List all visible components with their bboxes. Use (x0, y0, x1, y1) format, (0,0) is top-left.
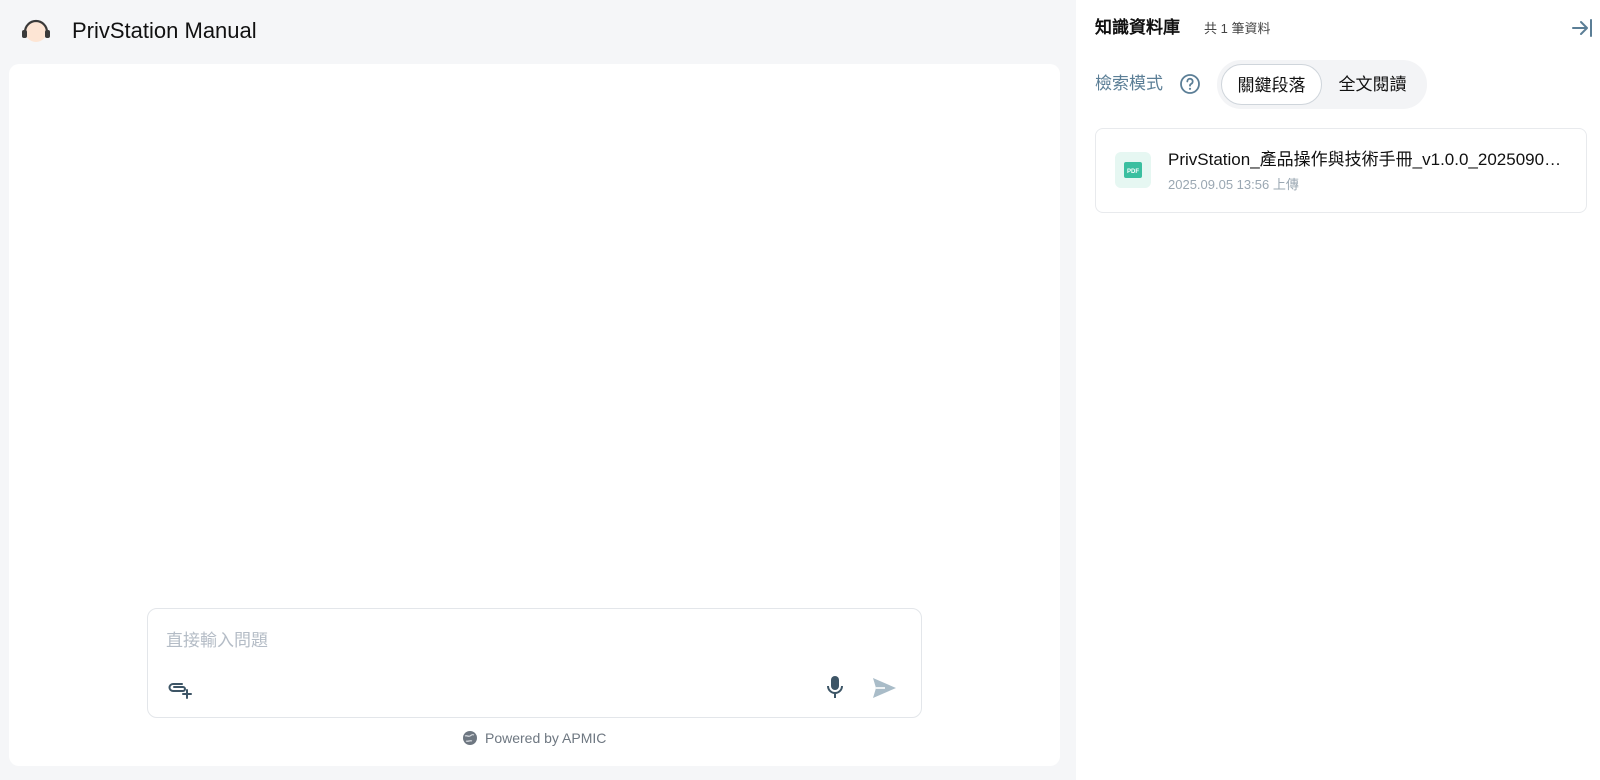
file-item[interactable]: PDF PrivStation_產品操作與技術手冊_v1.0.0_2025090… (1095, 128, 1587, 213)
app-title: PrivStation Manual (72, 18, 257, 43)
microphone-icon[interactable] (822, 673, 848, 701)
mode-key-passages-button[interactable]: 關鍵段落 (1221, 64, 1322, 105)
svg-text:PDF: PDF (1127, 169, 1139, 175)
send-icon[interactable] (870, 675, 898, 701)
app-header: PrivStation Manual (0, 0, 1076, 62)
pdf-file-icon: PDF (1115, 152, 1151, 188)
search-mode-toggle: 關鍵段落 全文閱讀 (1217, 60, 1427, 109)
knowledge-base-panel: 知識資料庫 共 1 筆資料 檢索模式 關鍵段落 全文閱讀 PDF PrivSta… (1076, 0, 1600, 780)
powered-by-text: Powered by APMIC (485, 730, 607, 746)
file-upload-time: 2025.09.05 13:56 上傳 (1168, 177, 1299, 192)
collapse-panel-icon[interactable] (1570, 16, 1594, 40)
attach-file-icon[interactable] (166, 675, 194, 701)
mode-full-text-button[interactable]: 全文閱讀 (1322, 64, 1423, 105)
question-input[interactable] (166, 629, 766, 653)
chat-pane: PrivStation Manual 直接輸入問題 Powered by APM… (0, 0, 1076, 780)
help-icon[interactable] (1179, 73, 1201, 95)
file-name: PrivStation_產品操作與技術手冊_v1.0.0_20250905.pd… (1168, 150, 1568, 169)
powered-by: Powered by APMIC (462, 728, 606, 748)
knowledge-base-title: 知識資料庫 (1095, 18, 1180, 37)
headset-avatar-icon (19, 16, 53, 46)
knowledge-base-count: 共 1 筆資料 (1204, 21, 1271, 36)
search-mode-label: 檢索模式 (1095, 74, 1163, 93)
message-composer (147, 608, 922, 718)
globe-icon (462, 730, 478, 746)
